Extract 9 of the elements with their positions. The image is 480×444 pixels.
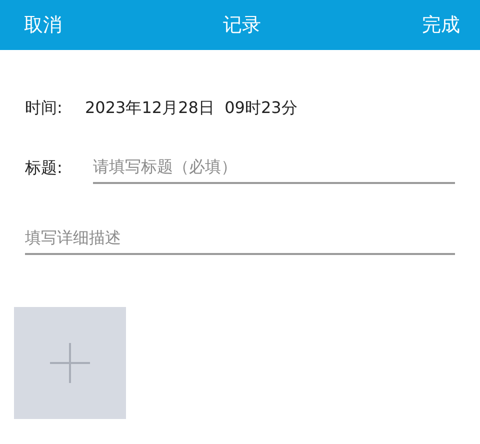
time-value: 2023年12月28日 09时23分 [85,98,298,119]
description-field[interactable]: 填写详细描述 [25,224,455,255]
page-title: 记录 [223,13,261,38]
plus-icon [50,343,90,383]
title-label: 标题: [25,158,64,179]
cancel-button[interactable]: 取消 [24,12,62,38]
add-photo-button[interactable] [14,307,126,419]
title-field[interactable]: 请填写标题（必填） [93,153,455,184]
done-button[interactable]: 完成 [422,12,460,38]
